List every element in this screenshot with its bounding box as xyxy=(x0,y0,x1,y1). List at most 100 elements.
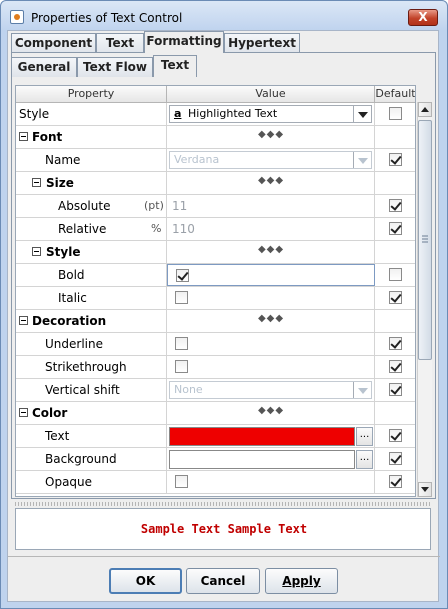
table-row[interactable]: Italic xyxy=(16,287,415,310)
default-checkbox[interactable] xyxy=(389,383,402,396)
font-name-value: Verdana xyxy=(174,153,220,166)
property-label: Background xyxy=(45,452,117,466)
property-label: Name xyxy=(45,153,81,167)
collapse-icon[interactable] xyxy=(19,132,28,141)
splitter-handle[interactable] xyxy=(15,502,431,506)
property-label: Absolute xyxy=(58,199,111,213)
table-row[interactable]: Underline xyxy=(16,333,415,356)
ok-button[interactable]: OK xyxy=(109,568,182,594)
default-checkbox[interactable] xyxy=(389,475,402,488)
default-checkbox[interactable] xyxy=(389,337,402,350)
table-row[interactable]: Absolute (pt) 11 xyxy=(16,195,415,218)
property-label: Relative xyxy=(58,222,107,236)
vertical-scrollbar[interactable] xyxy=(417,102,432,497)
text-color-swatch[interactable] xyxy=(169,427,355,446)
underline-checkbox[interactable] xyxy=(175,337,188,350)
default-checkbox[interactable] xyxy=(389,153,402,166)
title-bar[interactable]: Properties of Text Control X xyxy=(1,1,447,31)
text-color-picker-button[interactable]: ... xyxy=(356,427,373,446)
tab-text[interactable]: Text xyxy=(96,33,144,53)
table-row[interactable]: Strikethrough xyxy=(16,356,415,379)
collapse-icon[interactable] xyxy=(19,408,28,417)
close-button[interactable]: X xyxy=(408,9,438,26)
java-icon xyxy=(10,10,24,24)
column-header-value[interactable]: Value xyxy=(167,86,375,103)
strikethrough-checkbox[interactable] xyxy=(175,360,188,373)
font-name-combo[interactable]: Verdana xyxy=(169,151,372,169)
table-row[interactable]: Background ... xyxy=(16,448,415,471)
sample-preview: Sample Text Sample Text xyxy=(15,508,431,550)
style-value: Highlighted Text xyxy=(188,107,278,120)
group-label: Style xyxy=(46,245,81,259)
tab-formatting[interactable]: Formatting xyxy=(144,31,224,53)
tab-text-flow[interactable]: Text Flow xyxy=(77,57,153,77)
scroll-down-arrow-icon[interactable] xyxy=(418,482,432,497)
background-color-picker-button[interactable]: ... xyxy=(356,450,373,469)
table-row[interactable]: Font ◆◆◆ xyxy=(16,126,415,149)
apply-button[interactable]: Apply xyxy=(265,568,338,594)
group-label: Decoration xyxy=(32,314,107,328)
table-row[interactable]: Text ... xyxy=(16,425,415,448)
italic-checkbox[interactable] xyxy=(175,291,188,304)
bold-checkbox[interactable] xyxy=(176,269,189,282)
chevron-down-icon xyxy=(353,382,371,398)
collapse-icon[interactable] xyxy=(19,316,28,325)
sample-text: Sample Text Sample Text xyxy=(140,522,308,536)
property-label: Text xyxy=(45,429,70,443)
group-label: Font xyxy=(32,130,63,144)
unit-label: (pt) xyxy=(144,199,164,212)
table-row[interactable]: Vertical shift None xyxy=(16,379,415,402)
tab-text-sub[interactable]: Text xyxy=(153,55,197,77)
table-row[interactable]: Style ◆◆◆ xyxy=(16,241,415,264)
default-checkbox[interactable] xyxy=(389,360,402,373)
opaque-checkbox[interactable] xyxy=(175,475,188,488)
vertical-shift-combo[interactable]: None xyxy=(169,381,372,399)
default-checkbox[interactable] xyxy=(389,222,402,235)
default-checkbox[interactable] xyxy=(389,429,402,442)
property-label: Bold xyxy=(58,268,85,282)
tab-hypertext[interactable]: Hypertext xyxy=(224,33,300,53)
group-label: Color xyxy=(32,406,68,420)
property-label: Opaque xyxy=(45,475,93,489)
default-checkbox[interactable] xyxy=(389,291,402,304)
table-row[interactable]: Style a Highlighted Text xyxy=(16,103,415,126)
value-text[interactable]: 110 xyxy=(172,222,195,236)
column-header-property[interactable]: Property xyxy=(16,86,167,103)
more-icon: ◆◆◆ xyxy=(257,175,285,186)
more-icon: ◆◆◆ xyxy=(257,244,285,255)
scrollbar-thumb[interactable] xyxy=(418,120,432,360)
table-row[interactable]: Bold xyxy=(16,264,415,287)
collapse-icon[interactable] xyxy=(32,247,41,256)
chevron-down-icon xyxy=(353,152,371,168)
table-row[interactable]: Color ◆◆◆ xyxy=(16,402,415,425)
scroll-up-arrow-icon[interactable] xyxy=(418,102,432,117)
default-checkbox[interactable] xyxy=(389,107,402,120)
table-row[interactable]: Decoration ◆◆◆ xyxy=(16,310,415,333)
default-checkbox[interactable] xyxy=(389,268,402,281)
more-icon: ◆◆◆ xyxy=(257,405,285,416)
table-row[interactable]: Opaque xyxy=(16,471,415,494)
property-label: Italic xyxy=(58,291,87,305)
property-table: Property Value Default Style a Highlighte… xyxy=(15,85,416,497)
property-label: Underline xyxy=(45,337,103,351)
column-header-default[interactable]: Default xyxy=(375,86,415,103)
tab-general[interactable]: General xyxy=(11,57,77,77)
background-color-swatch[interactable] xyxy=(169,450,355,469)
table-row[interactable]: Size ◆◆◆ xyxy=(16,172,415,195)
vertical-shift-value: None xyxy=(174,383,203,396)
value-text[interactable]: 11 xyxy=(172,199,187,213)
tab-component[interactable]: Component xyxy=(11,33,96,53)
default-checkbox[interactable] xyxy=(389,199,402,212)
group-label: Size xyxy=(46,176,74,190)
property-label: Style xyxy=(19,107,50,121)
window-title: Properties of Text Control xyxy=(31,11,183,25)
cancel-button[interactable]: Cancel xyxy=(186,568,260,594)
table-row[interactable]: Relative% 110 xyxy=(16,218,415,241)
unit-label: % xyxy=(151,222,162,235)
collapse-icon[interactable] xyxy=(32,178,41,187)
property-label: Strikethrough xyxy=(45,360,127,374)
chevron-down-icon[interactable] xyxy=(353,106,371,122)
table-row[interactable]: Name Verdana xyxy=(16,149,415,172)
default-checkbox[interactable] xyxy=(389,452,402,465)
style-combo[interactable]: a Highlighted Text xyxy=(169,105,372,123)
